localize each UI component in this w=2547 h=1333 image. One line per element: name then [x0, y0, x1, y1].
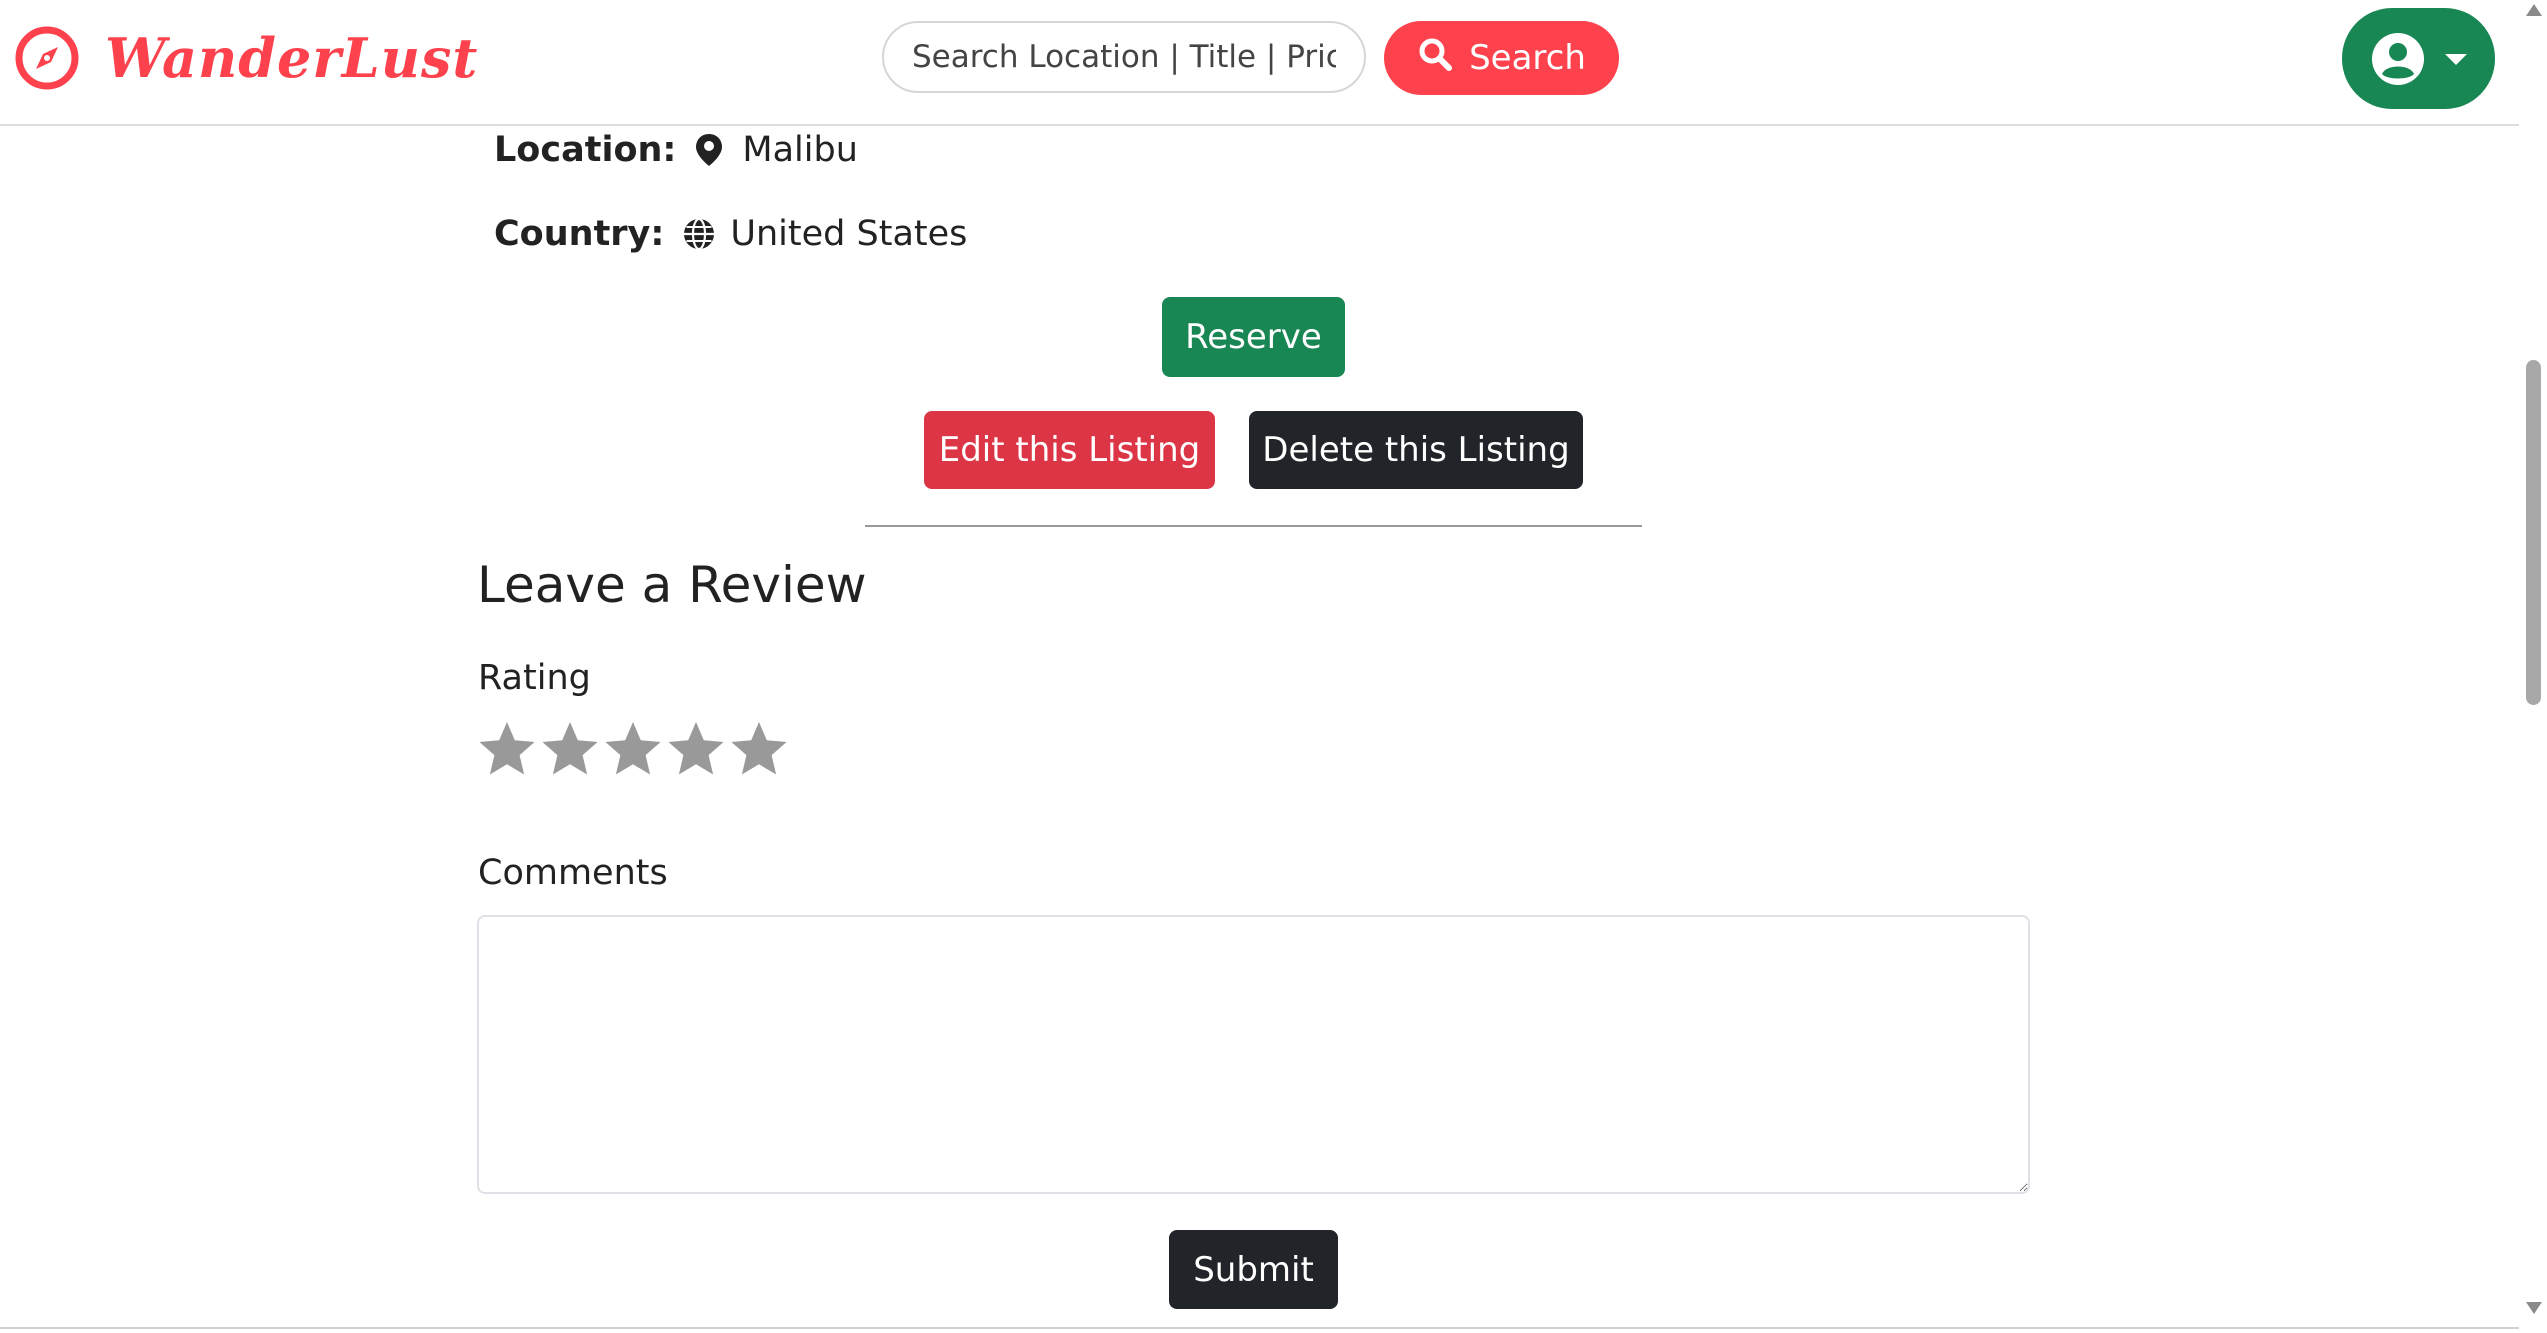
- country-row: Country: United States: [494, 214, 967, 254]
- map-pin-icon: [694, 133, 724, 167]
- edit-listing-button[interactable]: Edit this Listing: [924, 411, 1215, 489]
- caret-down-icon: [2444, 52, 2467, 66]
- scroll-up-arrow-icon[interactable]: [2526, 4, 2542, 16]
- viewport-bottom-border: [0, 1327, 2519, 1329]
- location-value: Malibu: [742, 130, 858, 170]
- location-label: Location:: [494, 130, 677, 170]
- section-divider: [865, 525, 1642, 527]
- star-1-icon[interactable]: [476, 720, 538, 782]
- reserve-button[interactable]: Reserve: [1162, 297, 1345, 377]
- scroll-thumb[interactable]: [2526, 360, 2541, 705]
- search-button-label: Search: [1469, 38, 1586, 78]
- comments-label: Comments: [478, 853, 668, 893]
- scroll-down-arrow-icon[interactable]: [2526, 1302, 2542, 1314]
- delete-listing-button[interactable]: Delete this Listing: [1249, 411, 1583, 489]
- country-label: Country:: [494, 214, 665, 254]
- star-5-icon[interactable]: [728, 720, 790, 782]
- country-value: United States: [730, 214, 968, 254]
- brand-name[interactable]: WanderLust: [105, 22, 478, 94]
- submit-review-button[interactable]: Submit: [1169, 1230, 1338, 1309]
- search-button[interactable]: Search: [1384, 21, 1619, 95]
- navbar: WanderLust Search: [0, 0, 2519, 126]
- star-4-icon[interactable]: [665, 720, 727, 782]
- review-heading: Leave a Review: [477, 556, 867, 614]
- user-circle-icon: [2371, 32, 2425, 86]
- star-rating[interactable]: [476, 720, 790, 782]
- search-icon: [1417, 36, 1453, 81]
- search-input[interactable]: [882, 21, 1366, 93]
- compass-icon[interactable]: [13, 24, 81, 92]
- profile-dropdown-button[interactable]: [2342, 8, 2495, 109]
- rating-label: Rating: [478, 658, 591, 698]
- comments-textarea[interactable]: [477, 915, 2030, 1194]
- star-2-icon[interactable]: [539, 720, 601, 782]
- star-3-icon[interactable]: [602, 720, 664, 782]
- location-row: Location: Malibu: [494, 130, 858, 170]
- page-scrollbar[interactable]: [2519, 0, 2547, 1333]
- globe-icon: [682, 217, 715, 251]
